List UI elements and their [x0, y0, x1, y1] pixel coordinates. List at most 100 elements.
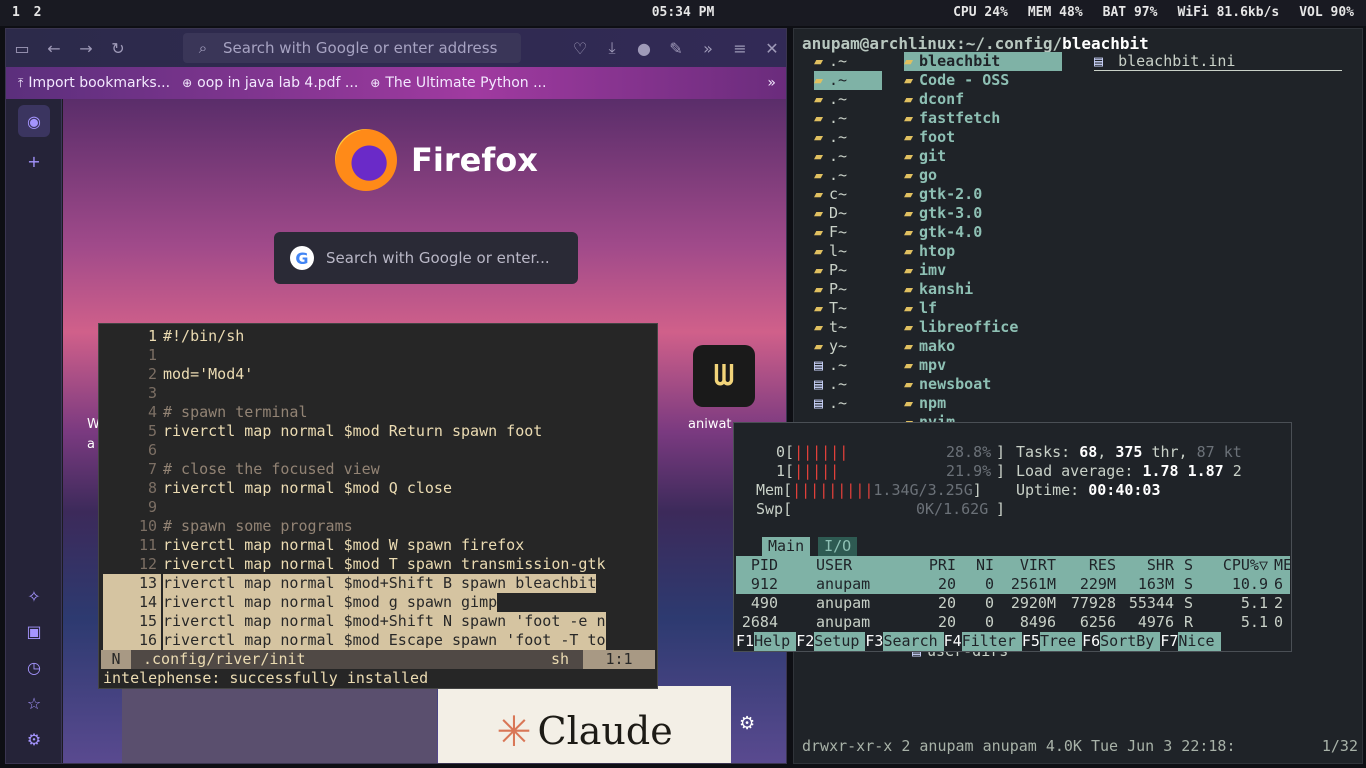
lf-dir-entry[interactable]: ▰ dconf — [904, 90, 964, 109]
back-icon[interactable]: ← — [38, 32, 70, 64]
vim-line[interactable]: 8 riverctl map normal $mod Q close — [99, 479, 657, 498]
lf-parent-entry[interactable]: ▤ .~ — [814, 375, 847, 394]
lf-parent-entry[interactable]: ▰ t~ — [814, 318, 847, 337]
sidebar-icon[interactable]: ▭ — [6, 32, 38, 64]
lf-dir-entry[interactable]: ▰ mpv — [904, 356, 946, 375]
bookmark-oop-java[interactable]: ⊕ oop in java lab 4.pdf ... — [182, 75, 358, 91]
lf-parent-entry[interactable]: ▰ P~ — [814, 280, 847, 299]
customize-icon[interactable]: ⚙ — [739, 713, 755, 734]
fkey-search-label[interactable]: Search — [883, 632, 944, 651]
process-row[interactable]: 490 anupam 20 0 2920M 77928 55344 S 5.1 2 — [736, 594, 1290, 613]
tab-io[interactable]: I/O — [818, 537, 858, 556]
lf-parent-entry[interactable]: ▰ .~ — [814, 166, 847, 185]
bookmark-import[interactable]: ⤒ Import bookmarks... — [18, 75, 170, 91]
lf-parent-entry[interactable]: ▰ F~ — [814, 223, 847, 242]
lf-dir-entry[interactable]: ▰ bleachbit — [904, 52, 1062, 71]
lf-parent-entry[interactable]: ▰ P~ — [814, 261, 847, 280]
bookmarks-overflow-icon[interactable]: » — [767, 75, 776, 91]
lf-parent-entry[interactable]: ▰ .~ — [814, 128, 847, 147]
lf-dir-entry[interactable]: ▰ Code - OSS — [904, 71, 1009, 90]
newtab-search-box[interactable]: G Search with Google or enter... — [274, 232, 578, 284]
lf-dir-entry[interactable]: ▰ go — [904, 166, 937, 185]
lf-parent-entry[interactable]: ▰ .~ — [814, 109, 847, 128]
lf-dir-entry[interactable]: ▰ git — [904, 147, 946, 166]
vim-line[interactable]: 12 riverctl map normal $mod T spawn trans… — [99, 555, 657, 574]
add-icon[interactable]: + — [18, 145, 50, 177]
url-bar[interactable]: ⌕ Search with Google or enter address — [183, 33, 521, 63]
lf-dir-entry[interactable]: ▰ imv — [904, 261, 946, 280]
vim-line[interactable]: 11 riverctl map normal $mod W spawn firef… — [99, 536, 657, 555]
fkey-filter-key[interactable]: F4 — [944, 632, 962, 651]
fkey-setup-key[interactable]: F2 — [796, 632, 814, 651]
vim-line[interactable]: 5 riverctl map normal $mod Return spawn f… — [99, 422, 657, 441]
fkey-nice-label[interactable]: Nice — [1178, 632, 1221, 651]
vim-line[interactable]: 1 — [99, 346, 657, 365]
lf-dir-entry[interactable]: ▰ kanshi — [904, 280, 973, 299]
lf-parent-entry[interactable]: ▰ .~ — [814, 90, 847, 109]
fkey-tree-label[interactable]: Tree — [1039, 632, 1083, 651]
lf-dir-entry[interactable]: ▰ newsboat — [904, 375, 991, 394]
lf-dir-entry[interactable]: ▰ gtk-3.0 — [904, 204, 982, 223]
tab-main[interactable]: Main — [762, 537, 811, 556]
settings-icon[interactable]: ⚙ — [18, 723, 50, 755]
lf-dir-entry[interactable]: ▰ npm — [904, 394, 946, 413]
lf-dir-entry[interactable]: ▰ gtk-4.0 — [904, 223, 982, 242]
lf-parent-entry[interactable]: ▰ T~ — [814, 299, 847, 318]
vim-line[interactable]: 15 riverctl map normal $mod+Shift N spawn… — [99, 612, 657, 631]
fkey-tree-key[interactable]: F5 — [1022, 632, 1040, 651]
vim-line[interactable]: 7 # close the focused view — [99, 460, 657, 479]
vim-line[interactable]: 13 riverctl map normal $mod+Shift B spawn… — [99, 574, 657, 593]
story-card[interactable] — [122, 686, 437, 763]
lf-parent-entry[interactable]: ▰ .~ — [814, 147, 847, 166]
htop-window[interactable]: 0[|||||| 28.8%] 1[||||| 21.9%] Mem[|||||||… — [733, 422, 1292, 652]
fkey-filter-label[interactable]: Filter — [961, 632, 1022, 651]
story-card-claude[interactable]: ✳ Claude — [438, 686, 731, 763]
lf-dir-entry[interactable]: ▰ libreoffice — [904, 318, 1018, 337]
lf-parent-entry[interactable]: ▤ .~ — [814, 356, 847, 375]
close-icon[interactable]: ✕ — [756, 32, 786, 64]
vim-line[interactable]: 16 riverctl map normal $mod Escape spawn … — [99, 631, 657, 650]
extensions-icon[interactable]: ✎ — [660, 32, 692, 64]
vim-line[interactable]: 9 — [99, 498, 657, 517]
vim-line[interactable]: 10 # spawn some programs — [99, 517, 657, 536]
fkey-help-label[interactable]: Help — [754, 632, 797, 651]
vim-line[interactable]: 1 #!/bin/sh — [99, 327, 657, 346]
fkey-nice-key[interactable]: F7 — [1160, 632, 1178, 651]
sparkle-icon[interactable]: ✧ — [18, 580, 50, 612]
lf-file-manager[interactable]: anupam@archlinux:~/.config/bleachbit ▰ .~… — [793, 28, 1363, 764]
vim-line[interactable]: 2 mod='Mod4' — [99, 365, 657, 384]
bookmark-python[interactable]: ⊕ The Ultimate Python ... — [370, 75, 546, 91]
fkey-search-key[interactable]: F3 — [865, 632, 883, 651]
lf-parent-entry[interactable]: ▰ l~ — [814, 242, 847, 261]
lf-parent-entry[interactable]: ▰ D~ — [814, 204, 847, 223]
download-icon[interactable]: ⤓ — [596, 32, 628, 64]
menu-icon[interactable]: ≡ — [724, 32, 756, 64]
overflow-icon[interactable]: » — [692, 32, 724, 64]
bookmarks-icon[interactable]: ☆ — [18, 687, 50, 719]
vim-line[interactable]: 6 — [99, 441, 657, 460]
vim-line[interactable]: 14 riverctl map normal $mod g spawn gimp — [99, 593, 657, 612]
fkey-sortby-key[interactable]: F6 — [1082, 632, 1100, 651]
forward-icon[interactable]: → — [70, 32, 102, 64]
lf-parent-entry[interactable]: ▤ .~ — [814, 394, 847, 413]
history-icon[interactable]: ◷ — [18, 651, 50, 683]
lf-dir-entry[interactable]: ▰ fastfetch — [904, 109, 1000, 128]
lf-dir-entry[interactable]: ▰ lf — [904, 299, 937, 318]
profile-icon[interactable]: ● — [628, 32, 660, 64]
synced-tabs-icon[interactable]: ▣ — [18, 615, 50, 647]
firefox-icon[interactable]: ◉ — [18, 105, 50, 137]
lf-parent-entry[interactable]: ▰ y~ — [814, 337, 847, 356]
vim-line[interactable]: 4 # spawn terminal — [99, 403, 657, 422]
reload-icon[interactable]: ↻ — [102, 32, 134, 64]
lf-dir-entry[interactable]: ▰ mako — [904, 337, 955, 356]
lf-parent-entry[interactable]: ▰ .~ — [814, 71, 882, 90]
vim-line[interactable]: 3 — [99, 384, 657, 403]
nvim-window[interactable]: 1 #!/bin/sh 1 2 mod='Mod4' 3 4 # spawn terminal… — [98, 323, 658, 689]
lf-parent-entry[interactable]: ▰ .~ — [814, 52, 847, 71]
lf-parent-entry[interactable]: ▰ c~ — [814, 185, 847, 204]
shortcut-aniwatch[interactable]: ᗯ — [693, 345, 755, 407]
fkey-help-key[interactable]: F1 — [736, 632, 754, 651]
fkey-setup-label[interactable]: Setup — [814, 632, 866, 651]
lf-dir-entry[interactable]: ▰ htop — [904, 242, 955, 261]
pocket-icon[interactable]: ♡ — [564, 32, 596, 64]
